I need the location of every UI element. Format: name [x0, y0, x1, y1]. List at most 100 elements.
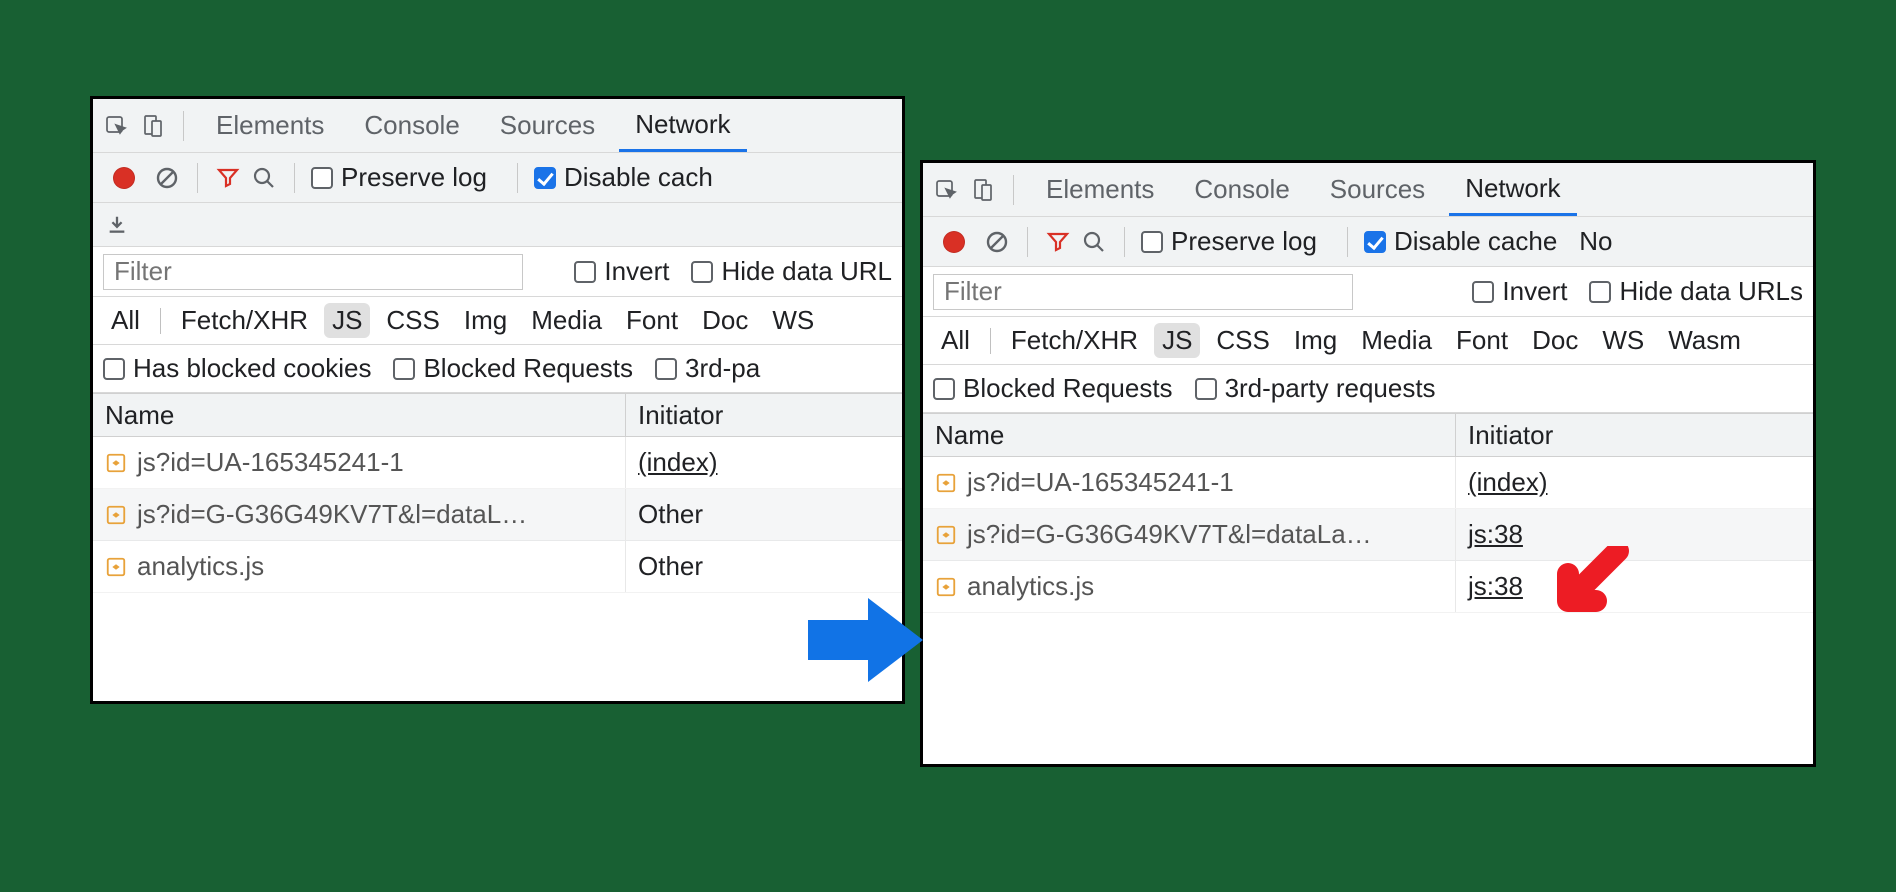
devtools-tabbar: Elements Console Sources Network — [93, 99, 902, 153]
tab-sources[interactable]: Sources — [484, 99, 611, 152]
initiator-link[interactable]: (index) — [638, 447, 717, 477]
hide-data-urls-checkbox[interactable] — [691, 261, 713, 283]
type-doc[interactable]: Doc — [1524, 323, 1586, 358]
divider — [197, 163, 198, 193]
tab-network[interactable]: Network — [1449, 163, 1576, 216]
search-icon[interactable] — [250, 164, 278, 192]
header-name[interactable]: Name — [93, 394, 626, 436]
tab-elements[interactable]: Elements — [200, 99, 340, 152]
type-js[interactable]: JS — [324, 303, 370, 338]
type-font[interactable]: Font — [618, 303, 686, 338]
file-name: js?id=UA-165345241-1 — [967, 467, 1234, 498]
table-row[interactable]: js?id=G-G36G49KV7T&l=dataL… Other — [93, 489, 902, 541]
type-all[interactable]: All — [933, 323, 978, 358]
has-blocked-cookies-checkbox[interactable] — [103, 358, 125, 380]
download-icon[interactable] — [103, 211, 131, 239]
divider — [1027, 227, 1028, 257]
js-file-icon — [105, 504, 127, 526]
blocked-requests-label: Blocked Requests — [423, 353, 633, 384]
initiator-link[interactable]: (index) — [1468, 467, 1547, 497]
file-name: js?id=G-G36G49KV7T&l=dataLa… — [967, 519, 1372, 550]
record-button[interactable] — [113, 167, 135, 189]
no-throttle-label: No — [1579, 226, 1612, 257]
type-ws[interactable]: WS — [1594, 323, 1652, 358]
tab-elements[interactable]: Elements — [1030, 163, 1170, 216]
inspect-element-icon[interactable] — [103, 112, 131, 140]
type-ws[interactable]: WS — [764, 303, 822, 338]
filter-icon[interactable] — [214, 164, 242, 192]
divider — [990, 328, 991, 354]
filter-row: Invert Hide data URL — [93, 247, 902, 297]
table-row[interactable]: js?id=UA-165345241-1 (index) — [923, 457, 1813, 509]
initiator-link[interactable]: js:38 — [1468, 571, 1523, 601]
js-file-icon — [935, 524, 957, 546]
disable-cache-checkbox[interactable] — [534, 167, 556, 189]
type-fetch-xhr[interactable]: Fetch/XHR — [173, 303, 316, 338]
file-name: js?id=G-G36G49KV7T&l=dataL… — [137, 499, 527, 530]
header-initiator[interactable]: Initiator — [626, 394, 902, 436]
js-file-icon — [935, 576, 957, 598]
filter-input[interactable] — [933, 274, 1353, 310]
file-name: analytics.js — [967, 571, 1094, 602]
type-media[interactable]: Media — [1353, 323, 1440, 358]
type-img[interactable]: Img — [456, 303, 515, 338]
third-party-checkbox[interactable] — [655, 358, 677, 380]
block-filter-row: Blocked Requests 3rd-party requests — [923, 365, 1813, 413]
device-toolbar-icon[interactable] — [139, 112, 167, 140]
table-row[interactable]: js?id=UA-165345241-1 (index) — [93, 437, 902, 489]
record-button[interactable] — [943, 231, 965, 253]
blue-arrow-annotation — [798, 580, 938, 700]
table-row[interactable]: analytics.js js:38 — [923, 561, 1813, 613]
block-filter-row: Has blocked cookies Blocked Requests 3rd… — [93, 345, 902, 393]
type-all[interactable]: All — [103, 303, 148, 338]
red-arrow-annotation — [1548, 546, 1638, 626]
devtools-tabbar: Elements Console Sources Network — [923, 163, 1813, 217]
preserve-log-label: Preserve log — [1171, 226, 1317, 257]
header-initiator[interactable]: Initiator — [1456, 414, 1813, 456]
tab-console[interactable]: Console — [348, 99, 475, 152]
hide-data-urls-checkbox[interactable] — [1589, 281, 1611, 303]
type-fetch-xhr[interactable]: Fetch/XHR — [1003, 323, 1146, 358]
type-css[interactable]: CSS — [1208, 323, 1277, 358]
filter-icon[interactable] — [1044, 228, 1072, 256]
disable-cache-label: Disable cache — [1394, 226, 1557, 257]
has-blocked-cookies-label: Has blocked cookies — [133, 353, 371, 384]
type-doc[interactable]: Doc — [694, 303, 756, 338]
device-toolbar-icon[interactable] — [969, 176, 997, 204]
initiator-link[interactable]: js:38 — [1468, 519, 1523, 549]
filter-row: Invert Hide data URLs — [923, 267, 1813, 317]
table-row[interactable]: js?id=G-G36G49KV7T&l=dataLa… js:38 — [923, 509, 1813, 561]
search-icon[interactable] — [1080, 228, 1108, 256]
invert-checkbox[interactable] — [574, 261, 596, 283]
preserve-log-label: Preserve log — [341, 162, 487, 193]
invert-checkbox[interactable] — [1472, 281, 1494, 303]
tab-network[interactable]: Network — [619, 99, 746, 152]
divider — [1124, 227, 1125, 257]
blocked-requests-checkbox[interactable] — [933, 378, 955, 400]
type-filter-row: All Fetch/XHR JS CSS Img Media Font Doc … — [923, 317, 1813, 365]
divider — [294, 163, 295, 193]
disable-cache-checkbox[interactable] — [1364, 231, 1386, 253]
table-row[interactable]: analytics.js Other — [93, 541, 902, 593]
type-css[interactable]: CSS — [378, 303, 447, 338]
clear-icon[interactable] — [153, 164, 181, 192]
type-wasm[interactable]: Wasm — [1660, 323, 1749, 358]
inspect-element-icon[interactable] — [933, 176, 961, 204]
clear-icon[interactable] — [983, 228, 1011, 256]
type-js[interactable]: JS — [1154, 323, 1200, 358]
blocked-requests-checkbox[interactable] — [393, 358, 415, 380]
js-file-icon — [105, 556, 127, 578]
tab-console[interactable]: Console — [1178, 163, 1305, 216]
network-toolbar: Preserve log Disable cache No — [923, 217, 1813, 267]
preserve-log-checkbox[interactable] — [311, 167, 333, 189]
file-name: analytics.js — [137, 551, 264, 582]
type-font[interactable]: Font — [1448, 323, 1516, 358]
third-party-checkbox[interactable] — [1195, 378, 1217, 400]
tab-sources[interactable]: Sources — [1314, 163, 1441, 216]
type-filter-row: All Fetch/XHR JS CSS Img Media Font Doc … — [93, 297, 902, 345]
type-media[interactable]: Media — [523, 303, 610, 338]
type-img[interactable]: Img — [1286, 323, 1345, 358]
preserve-log-checkbox[interactable] — [1141, 231, 1163, 253]
filter-input[interactable] — [103, 254, 523, 290]
header-name[interactable]: Name — [923, 414, 1456, 456]
